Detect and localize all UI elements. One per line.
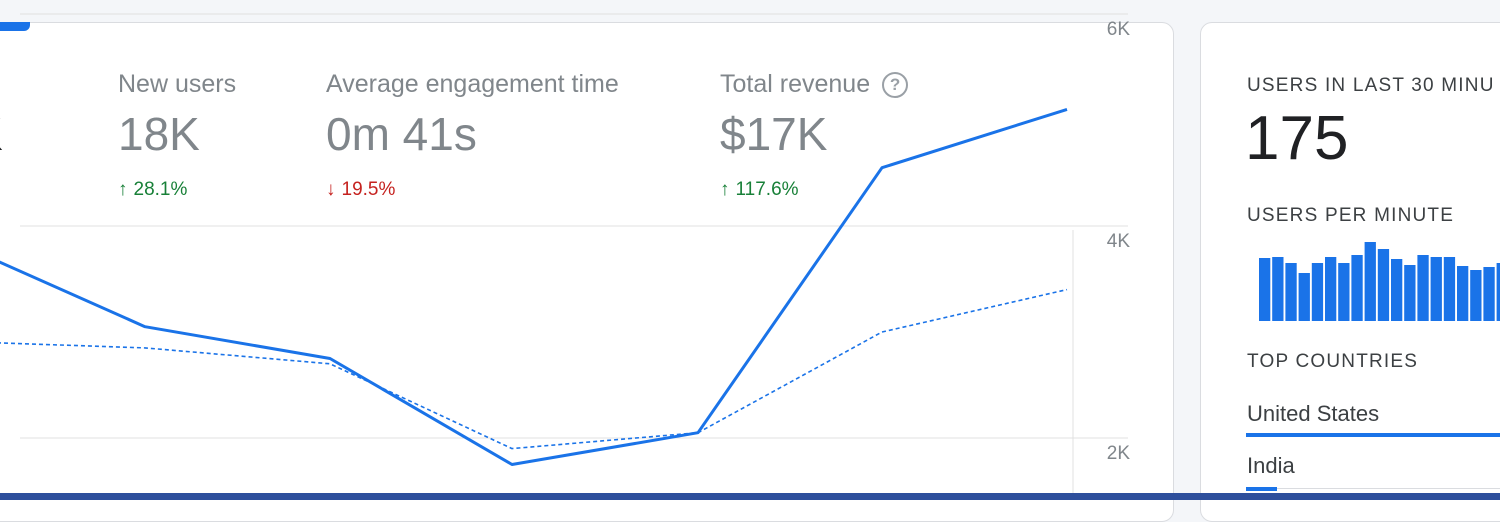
users-per-minute-bar[interactable] (1325, 257, 1337, 321)
users-per-minute-bar[interactable] (1311, 263, 1324, 321)
country-track (1246, 488, 1500, 489)
users-per-minute-bar[interactable] (1259, 258, 1271, 321)
y-tick-label: 2K (1107, 443, 1131, 464)
realtime-title: USERS IN LAST 30 MINU (1247, 75, 1495, 96)
users-per-minute-bar[interactable] (1470, 270, 1482, 321)
users-per-minute-bar[interactable] (1285, 263, 1297, 321)
users-per-minute-title: USERS PER MINUTE (1247, 205, 1455, 226)
users-per-minute-bar[interactable] (1391, 259, 1403, 321)
users-per-minute-bar[interactable] (1364, 242, 1376, 321)
users-per-minute-bar[interactable] (1483, 267, 1495, 321)
users-per-minute-bar[interactable] (1404, 265, 1416, 321)
country-bar-united-states (1246, 433, 1500, 437)
users-per-minute-bar[interactable] (1351, 255, 1363, 321)
users-per-minute-bar[interactable] (1496, 263, 1500, 321)
users-per-minute-bar[interactable] (1272, 257, 1284, 321)
country-bar-india (1246, 487, 1278, 491)
users-per-minute-bar[interactable] (1298, 273, 1310, 321)
y-tick-label: 4K (1107, 231, 1131, 252)
users-per-minute-chart (1259, 242, 1500, 321)
series-line-current[interactable] (0, 107, 1068, 466)
users-per-minute-bar[interactable] (1417, 255, 1429, 321)
country-name-india: India (1247, 453, 1295, 478)
y-tick-label: 6K (1107, 19, 1131, 40)
users-per-minute-bar[interactable] (1443, 257, 1456, 321)
users-per-minute-bar[interactable] (1457, 266, 1469, 321)
line-chart: 6K 4K 2K (0, 13, 1131, 500)
users-per-minute-bar[interactable] (1377, 249, 1390, 321)
series-line-previous[interactable] (0, 288, 1068, 450)
users-per-minute-bar[interactable] (1338, 263, 1350, 321)
users-per-minute-bar[interactable] (1430, 257, 1442, 321)
bottom-bar (0, 493, 1500, 500)
top-countries-title: TOP COUNTRIES (1247, 351, 1419, 372)
realtime-user-count: 175 (1245, 104, 1349, 173)
country-name-united-states: United States (1247, 401, 1380, 426)
